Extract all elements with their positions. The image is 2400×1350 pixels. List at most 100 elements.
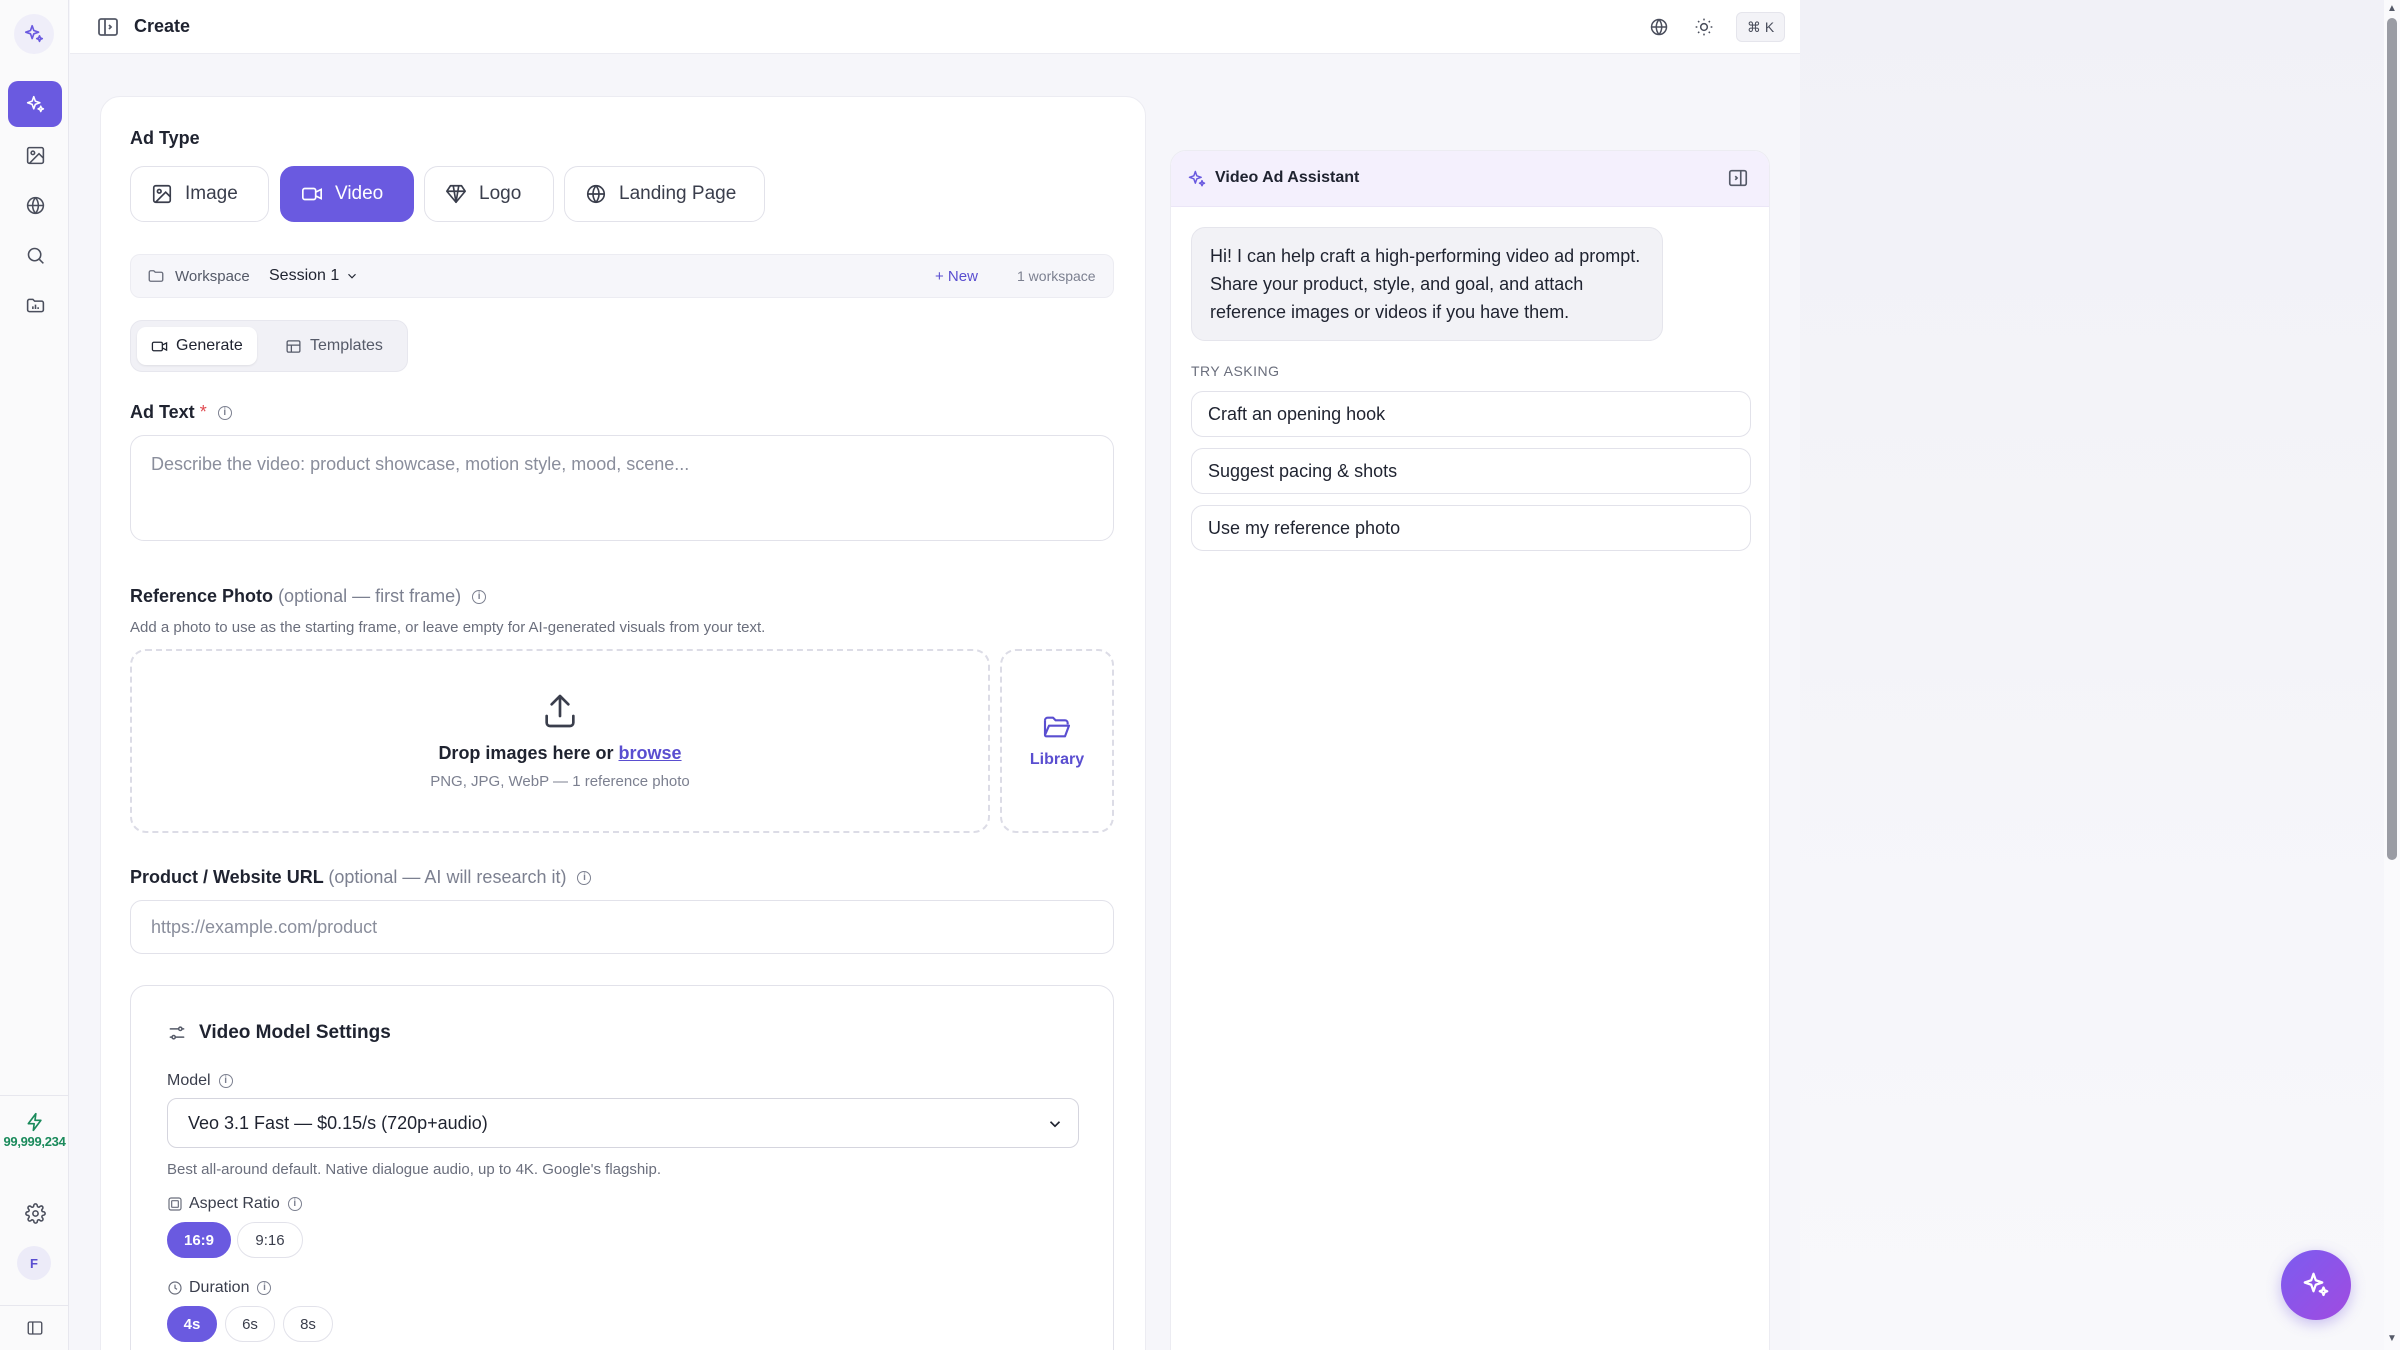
rail-divider (0, 1305, 69, 1306)
folder-chart-icon (26, 298, 44, 312)
reference-photo-label-text: Reference Photo (130, 586, 274, 606)
model-label-text: Model (167, 1072, 211, 1089)
ai-assistant-fab[interactable] (2281, 1250, 2351, 1320)
globe-icon (26, 196, 44, 214)
new-workspace-button[interactable]: + New (935, 268, 978, 285)
video-ad-assistant-panel: Video Ad Assistant Hi! I can help craft … (1170, 150, 1770, 1350)
image-dropzone[interactable]: Drop images here or browse PNG, JPG, Web… (130, 649, 990, 833)
tab-generate-label: Generate (176, 337, 243, 354)
video-icon (151, 341, 168, 351)
video-icon (302, 187, 322, 201)
sidebar-item-web[interactable] (8, 182, 62, 228)
sparkle-icon (24, 24, 44, 43)
collapse-sidebar-button[interactable] (8, 1310, 62, 1346)
ad-type-label: Ad Type (130, 128, 200, 148)
sidebar-item-create[interactable] (8, 81, 62, 127)
reference-photo-label: Reference Photo (optional — first frame)… (130, 586, 487, 607)
mode-tabs: Generate Templates (130, 320, 408, 372)
tab-generate[interactable]: Generate (137, 327, 257, 365)
workspace-label: Workspace (175, 268, 250, 285)
duration-label-text: Duration (189, 1279, 250, 1296)
language-button[interactable] (1646, 14, 1672, 40)
info-icon[interactable]: i (287, 1197, 302, 1211)
library-button[interactable]: Library (1000, 649, 1114, 833)
collapse-panel-icon[interactable] (1727, 167, 1749, 189)
assistant-message: Hi! I can help craft a high-performing v… (1191, 227, 1663, 341)
command-palette-shortcut[interactable]: ⌘ K (1736, 12, 1786, 42)
app-logo[interactable] (14, 14, 54, 54)
model-select[interactable]: Veo 3.1 Fast — $0.15/s (720p+audio) (167, 1098, 1079, 1148)
info-icon[interactable]: i (472, 590, 487, 605)
tab-templates[interactable]: Templates (271, 327, 397, 365)
session-dropdown[interactable]: Session 1 (269, 267, 359, 285)
avatar[interactable]: F (17, 1246, 51, 1280)
ad-text-label-text: Ad Text (130, 402, 195, 422)
ad-type-logo[interactable]: Logo (424, 166, 554, 222)
credits-value: 99,999,234 (3, 1134, 66, 1149)
sidebar-toggle-icon (27, 1321, 43, 1335)
product-url-hint: (optional — AI will research it) (328, 867, 567, 887)
ad-type-landing-page-label: Landing Page (619, 183, 737, 204)
ad-type-landing-page[interactable]: Landing Page (564, 166, 765, 222)
ad-text-label: Ad Text * i (130, 402, 232, 423)
chevron-down-icon (348, 273, 357, 279)
image-icon (26, 146, 44, 164)
dropzone-text: Drop images here or browse (132, 743, 988, 764)
reference-photo-helper: Add a photo to use as the starting frame… (130, 619, 766, 636)
aspect-ratio-icon (168, 1197, 182, 1211)
settings-title: Video Model Settings (167, 1022, 391, 1044)
aspect-9-16[interactable]: 9:16 (237, 1222, 303, 1258)
sliders-icon (169, 1026, 185, 1040)
page-title: Create (134, 16, 191, 36)
browse-link[interactable]: browse (619, 743, 682, 763)
sparkle-icon (26, 95, 44, 112)
info-icon[interactable]: i (257, 1281, 272, 1295)
assistant-title: Video Ad Assistant (1215, 169, 1360, 186)
model-help: Best all-around default. Native dialogue… (167, 1161, 662, 1178)
info-icon[interactable]: i (218, 1074, 233, 1088)
product-url-input[interactable]: https://example.com/product (130, 900, 1114, 954)
globe-icon (1650, 18, 1668, 36)
settings-title-text: Video Model Settings (199, 1022, 391, 1043)
duration-label: Duration i (167, 1279, 272, 1297)
ad-type-video[interactable]: Video (280, 166, 414, 222)
suggestion-pacing-shots[interactable]: Suggest pacing & shots (1191, 448, 1751, 494)
templates-icon (286, 339, 301, 353)
try-asking-label: TRY ASKING (1191, 363, 1280, 379)
background-panel (1800, 0, 2400, 1350)
product-url-label: Product / Website URL (optional — AI wil… (130, 867, 592, 888)
toggle-panel-button[interactable] (96, 15, 120, 39)
duration-8s[interactable]: 8s (283, 1306, 333, 1342)
ad-type-logo-label: Logo (479, 183, 522, 204)
duration-6s[interactable]: 6s (225, 1306, 275, 1342)
scrollbar-thumb[interactable] (2387, 18, 2397, 860)
info-icon[interactable]: i (577, 871, 592, 886)
settings-button[interactable] (8, 1190, 62, 1236)
suggestion-reference-photo[interactable]: Use my reference photo (1191, 505, 1751, 551)
chevron-down-icon (1049, 1121, 1061, 1128)
sidebar-item-folders[interactable] (8, 282, 62, 328)
sidebar-toggle-icon (98, 18, 118, 36)
ad-text-input[interactable]: Describe the video: product showcase, mo… (130, 435, 1114, 541)
aspect-16-9[interactable]: 16:9 (167, 1222, 231, 1258)
folder-icon (148, 270, 164, 282)
scroll-up-arrow[interactable]: ▲ (2386, 3, 2398, 15)
page-scrollbar[interactable]: ▲ ▼ (2384, 0, 2400, 1350)
image-icon (152, 184, 172, 204)
theme-toggle-button[interactable] (1691, 14, 1717, 40)
clock-icon (168, 1281, 182, 1295)
suggestion-opening-hook[interactable]: Craft an opening hook (1191, 391, 1751, 437)
sidebar-item-search[interactable] (8, 232, 62, 278)
workspace-count: 1 workspace (1017, 268, 1096, 284)
top-bar: Create ⌘ K (70, 0, 1800, 54)
scroll-down-arrow[interactable]: ▼ (2386, 1333, 2398, 1345)
sidebar-item-gallery[interactable] (8, 132, 62, 178)
dropzone-instruction: Drop images here or (438, 743, 614, 763)
model-label: Model i (167, 1072, 233, 1090)
aspect-ratio-label: Aspect Ratio i (167, 1195, 302, 1213)
ad-type-image[interactable]: Image (130, 166, 269, 222)
sun-icon (1695, 18, 1713, 36)
credits-balance: 99,999,234 (0, 1112, 69, 1149)
info-icon[interactable]: i (217, 406, 232, 421)
duration-4s[interactable]: 4s (167, 1306, 217, 1342)
